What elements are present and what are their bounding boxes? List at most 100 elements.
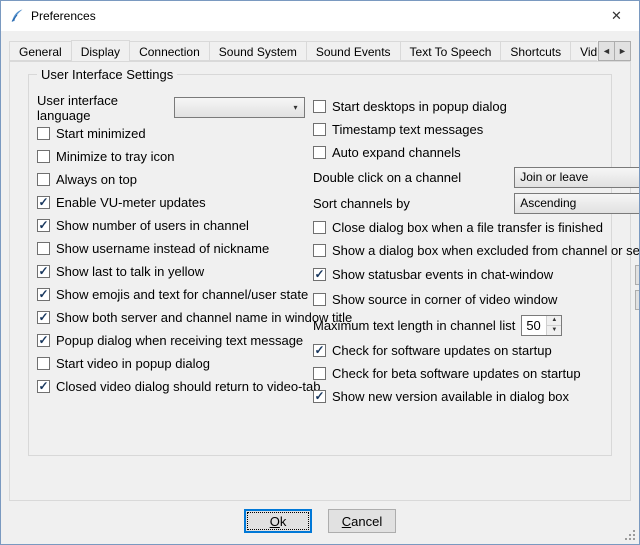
max-text-length-spinner[interactable]: 50 ▲ ▼: [521, 315, 562, 336]
max-text-length-row: Maximum text length in channel list 50 ▲…: [313, 312, 640, 339]
preferences-window: Preferences ✕ GeneralDisplayConnectionSo…: [0, 0, 640, 545]
checkbox-row[interactable]: Show a dialog box when excluded from cha…: [313, 239, 640, 262]
checkbox-label: Auto expand channels: [332, 145, 461, 160]
double-click-combo[interactable]: Join or leave ▾: [514, 167, 640, 188]
checkbox-row[interactable]: ✓Show last to talk in yellow: [37, 260, 305, 283]
unchecked-checkbox-icon[interactable]: [313, 293, 326, 306]
checkbox-label: Minimize to tray icon: [56, 149, 174, 164]
checked-checkbox-icon[interactable]: ✓: [313, 344, 326, 357]
checkbox-label: Show emojis and text for channel/user st…: [56, 287, 308, 302]
sort-channels-combo-value: Ascending: [515, 196, 640, 210]
display-tab-page: User Interface Settings User interface l…: [9, 61, 631, 501]
dialog-button-row: Ok Cancel: [1, 509, 639, 533]
tab-bar: GeneralDisplayConnectionSound SystemSoun…: [9, 39, 631, 61]
spin-down-icon: ▼: [551, 327, 557, 333]
tab-strip: GeneralDisplayConnectionSound SystemSoun…: [9, 39, 597, 61]
language-combo[interactable]: ▾: [174, 97, 305, 118]
double-click-label: Double click on a channel: [313, 170, 461, 185]
spin-up-button[interactable]: ▲: [547, 316, 561, 326]
more-options-button[interactable]: ...: [635, 290, 640, 310]
checked-checkbox-icon[interactable]: ✓: [37, 311, 50, 324]
tab-scroll-left-button[interactable]: ◄: [598, 41, 615, 61]
tab-general[interactable]: General: [9, 41, 72, 61]
checked-checkbox-icon[interactable]: ✓: [37, 265, 50, 278]
checkbox-label: Show number of users in channel: [56, 218, 249, 233]
checked-checkbox-icon[interactable]: ✓: [37, 219, 50, 232]
checkbox-row[interactable]: Always on top: [37, 168, 305, 191]
tab-video[interactable]: Video: [570, 41, 597, 61]
checkbox-label: Show statusbar events in chat-window: [332, 267, 553, 282]
checked-checkbox-icon[interactable]: ✓: [313, 390, 326, 403]
sort-channels-combo[interactable]: Ascending ▾: [514, 193, 640, 214]
unchecked-checkbox-icon[interactable]: [37, 127, 50, 140]
ok-button[interactable]: Ok: [244, 509, 312, 533]
checkbox-label: Show new version available in dialog box: [332, 389, 569, 404]
tab-display[interactable]: Display: [71, 40, 130, 61]
spin-up-icon: ▲: [551, 317, 557, 323]
language-row: User interface language ▾: [37, 95, 305, 120]
tab-shortcuts[interactable]: Shortcuts: [500, 41, 571, 61]
right-bottom-checkbox-list: ✓Check for software updates on startupCh…: [313, 339, 640, 408]
sort-channels-label: Sort channels by: [313, 196, 410, 211]
checked-checkbox-icon[interactable]: ✓: [37, 380, 50, 393]
checkbox-row[interactable]: ✓Closed video dialog should return to vi…: [37, 375, 305, 398]
checkbox-row[interactable]: Start desktops in popup dialog: [313, 95, 640, 118]
checkbox-row[interactable]: Check for beta software updates on start…: [313, 362, 640, 385]
checkbox-row[interactable]: Start video in popup dialog: [37, 352, 305, 375]
checkbox-row[interactable]: ✓ Show emojis and text for channel/user s…: [37, 283, 305, 306]
close-button[interactable]: ✕: [594, 1, 639, 31]
checked-checkbox-icon[interactable]: ✓: [37, 334, 50, 347]
checkbox-row[interactable]: Minimize to tray icon: [37, 145, 305, 168]
checkbox-label: Show source in corner of video window: [332, 292, 557, 307]
checkbox-row[interactable]: Show source in corner of video window...: [313, 287, 640, 312]
checkbox-row[interactable]: Auto expand channels: [313, 141, 640, 164]
unchecked-checkbox-icon[interactable]: [37, 173, 50, 186]
right-button-checkbox-list: ✓ Show statusbar events in chat-window...…: [313, 262, 640, 312]
unchecked-checkbox-icon[interactable]: [313, 146, 326, 159]
checkbox-row[interactable]: ✓Popup dialog when receiving text messag…: [37, 329, 305, 352]
resize-grip[interactable]: [633, 538, 635, 540]
unchecked-checkbox-icon[interactable]: [313, 221, 326, 234]
cancel-button[interactable]: Cancel: [328, 509, 396, 533]
user-interface-settings-group: User Interface Settings User interface l…: [28, 74, 612, 456]
checkbox-row[interactable]: ✓Enable VU-meter updates: [37, 191, 305, 214]
unchecked-checkbox-icon[interactable]: [313, 244, 326, 257]
tab-sound-system[interactable]: Sound System: [209, 41, 307, 61]
unchecked-checkbox-icon[interactable]: [37, 357, 50, 370]
window-title: Preferences: [31, 9, 96, 23]
right-top-checkbox-list: Start desktops in popup dialog Timestamp …: [313, 95, 640, 164]
right-column: Start desktops in popup dialog Timestamp …: [305, 95, 640, 408]
double-click-combo-value: Join or leave: [515, 170, 640, 184]
unchecked-checkbox-icon[interactable]: [313, 367, 326, 380]
checkbox-row[interactable]: Start minimized: [37, 122, 305, 145]
spin-down-button[interactable]: ▼: [547, 326, 561, 335]
checkbox-label: Start minimized: [56, 126, 146, 141]
checkbox-row[interactable]: Close dialog box when a file transfer is…: [313, 216, 640, 239]
spinner-buttons: ▲ ▼: [546, 316, 561, 335]
unchecked-checkbox-icon[interactable]: [37, 150, 50, 163]
checkbox-row[interactable]: ✓Check for software updates on startup: [313, 339, 640, 362]
unchecked-checkbox-icon[interactable]: [313, 123, 326, 136]
checked-checkbox-icon[interactable]: ✓: [37, 196, 50, 209]
checkbox-row[interactable]: Show username instead of nickname: [37, 237, 305, 260]
chevron-down-icon: ▾: [287, 103, 304, 112]
unchecked-checkbox-icon[interactable]: [37, 242, 50, 255]
tab-scroll-right-icon: ►: [618, 46, 627, 56]
tab-connection[interactable]: Connection: [129, 41, 210, 61]
unchecked-checkbox-icon[interactable]: [313, 100, 326, 113]
checkbox-label: Show username instead of nickname: [56, 241, 269, 256]
checkbox-row[interactable]: Timestamp text messages: [313, 118, 640, 141]
checked-checkbox-icon[interactable]: ✓: [37, 288, 50, 301]
checkbox-row[interactable]: ✓ Show number of users in channel: [37, 214, 305, 237]
checkbox-row[interactable]: ✓ Show new version available in dialog bo…: [313, 385, 640, 408]
checked-checkbox-icon[interactable]: ✓: [313, 268, 326, 281]
checkbox-row[interactable]: ✓Show both server and channel name in wi…: [37, 306, 305, 329]
tab-sound-events[interactable]: Sound Events: [306, 41, 401, 61]
checkbox-label: Timestamp text messages: [332, 122, 483, 137]
checkbox-label: Show a dialog box when excluded from cha…: [332, 243, 640, 258]
checkbox-row[interactable]: ✓ Show statusbar events in chat-window...: [313, 262, 640, 287]
checkbox-label: Close dialog box when a file transfer is…: [332, 220, 603, 235]
tab-text-to-speech[interactable]: Text To Speech: [400, 41, 502, 61]
more-options-button[interactable]: ...: [635, 265, 640, 285]
tab-scroll-right-button[interactable]: ►: [614, 41, 631, 61]
